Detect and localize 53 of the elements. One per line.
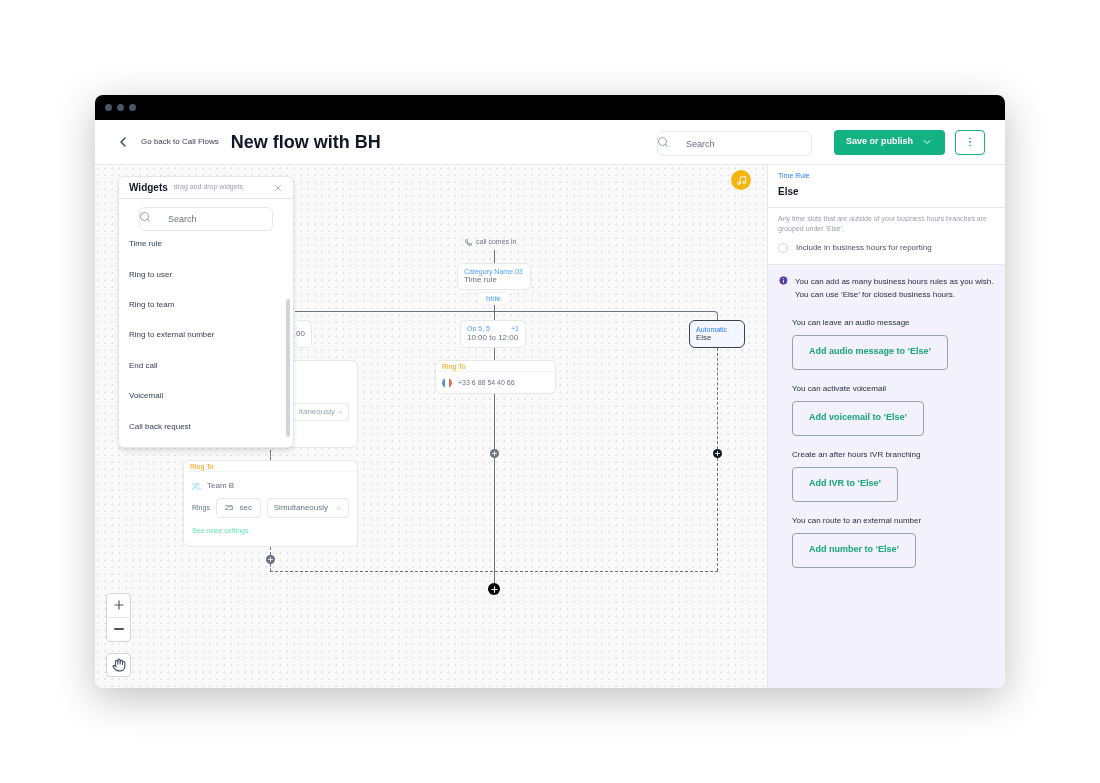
hand-icon bbox=[111, 658, 126, 672]
flag-icon bbox=[442, 378, 452, 388]
time-slot-node[interactable]: 00 bbox=[298, 320, 312, 348]
action-caption: Create an after hours IVR branching bbox=[792, 448, 921, 461]
back-link[interactable]: Go back to Call Flows bbox=[115, 134, 219, 150]
panel-title: Widgets bbox=[129, 181, 168, 195]
hide-button[interactable]: hide bbox=[477, 292, 510, 305]
add-action-button[interactable]: Add voicemail to ‘Else’ bbox=[792, 400, 925, 436]
add-action-button[interactable]: Add audio message to ‘Else’ bbox=[792, 334, 949, 370]
add-action-button[interactable]: Add IVR to ‘Else’ bbox=[792, 466, 898, 502]
checkbox-label: Include in business hours for reporting bbox=[796, 241, 932, 254]
search-field[interactable]: Search bbox=[139, 207, 273, 231]
action-caption: You can leave an audio message bbox=[792, 316, 910, 329]
search-field[interactable]: Search bbox=[657, 131, 812, 156]
search-icon bbox=[657, 136, 669, 148]
action-caption: You can route to an external number bbox=[792, 514, 922, 527]
connector-line bbox=[494, 394, 495, 449]
phone-icon bbox=[465, 238, 472, 246]
info-icon bbox=[778, 274, 789, 286]
unit-label: sec bbox=[239, 502, 252, 514]
widget-item[interactable]: Ring to team bbox=[119, 289, 293, 321]
minus-icon bbox=[113, 628, 124, 631]
mode-dropdown[interactable]: Simultaneously bbox=[266, 498, 349, 518]
search-icon bbox=[139, 211, 151, 223]
add-step-icon[interactable] bbox=[713, 449, 722, 458]
node-text: 00 bbox=[296, 328, 305, 340]
inspector-title: Else bbox=[778, 184, 800, 199]
scrollbar[interactable] bbox=[286, 299, 290, 437]
pan-button[interactable] bbox=[106, 653, 131, 677]
widget-item[interactable]: Ring to external number bbox=[119, 320, 293, 351]
widget-item[interactable]: Ring to user bbox=[119, 259, 293, 290]
checkbox[interactable] bbox=[778, 242, 788, 253]
chevron-down-icon bbox=[335, 504, 342, 512]
more-button[interactable] bbox=[955, 129, 985, 155]
close-icon[interactable] bbox=[273, 182, 283, 193]
widget-item[interactable]: Call back request bbox=[119, 411, 293, 442]
team-icon bbox=[192, 481, 201, 491]
node-text: 10:00 to 12:00 bbox=[467, 332, 519, 343]
add-step-icon[interactable] bbox=[488, 583, 500, 595]
widget-item[interactable]: Voicemail bbox=[119, 380, 293, 412]
rings-field[interactable]: 25 sec bbox=[215, 498, 261, 518]
page-title: New flow with BH bbox=[230, 130, 381, 154]
node-text: Else bbox=[696, 332, 713, 343]
plus-icon bbox=[111, 598, 126, 613]
info-text: You can add as many business hours rules as you wish. You can use ‘Else’ for closed business hours. bbox=[795, 275, 995, 301]
widget-item[interactable]: End call bbox=[119, 350, 293, 381]
widget-item[interactable]: Time rule bbox=[119, 229, 293, 260]
music-note-icon[interactable] bbox=[731, 170, 751, 190]
team-name: Team B bbox=[207, 480, 235, 492]
add-action-button[interactable]: Add number to ‘Else’ bbox=[792, 532, 916, 568]
chevron-down-icon bbox=[337, 408, 344, 416]
action-caption: You can activate voicemail bbox=[792, 382, 886, 395]
node-text: Time rule bbox=[464, 275, 499, 285]
